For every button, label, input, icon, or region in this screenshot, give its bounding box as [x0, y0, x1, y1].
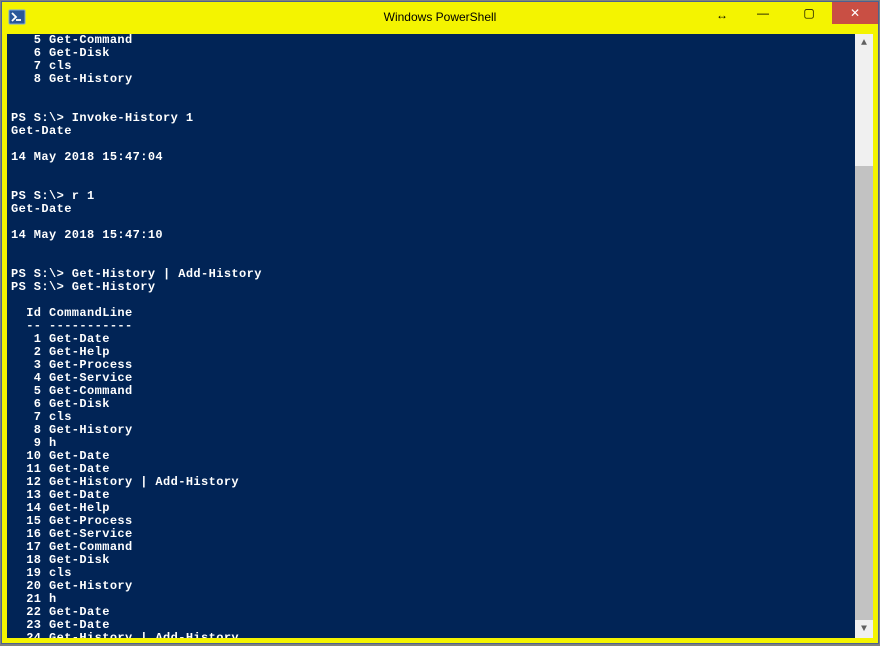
terminal-line: 13 Get-Date [11, 489, 855, 502]
terminal-line: 6 Get-Disk [11, 398, 855, 411]
terminal-line: 20 Get-History [11, 580, 855, 593]
scroll-track[interactable] [855, 52, 873, 620]
terminal-line: 19 cls [11, 567, 855, 580]
maximize-button[interactable]: ▢ [786, 2, 832, 24]
terminal-line: 14 Get-Help [11, 502, 855, 515]
window-controls: — ▢ ✕ [740, 2, 878, 24]
terminal-line: 1 Get-Date [11, 333, 855, 346]
resize-horizontal-icon[interactable]: ↔ [716, 8, 728, 22]
terminal-line: PS S:\> r 1 [11, 190, 855, 203]
terminal-line: 12 Get-History | Add-History [11, 476, 855, 489]
terminal-line: 7 cls [11, 60, 855, 73]
terminal-line: 24 Get-History | Add-History [11, 632, 855, 638]
terminal-line: 22 Get-Date [11, 606, 855, 619]
scroll-up-button[interactable]: ▲ [855, 34, 873, 52]
powershell-window: Windows PowerShell ↔ — ▢ ✕ 5 Get-Command… [1, 1, 879, 644]
terminal-line: 3 Get-Process [11, 359, 855, 372]
minimize-button[interactable]: — [740, 2, 786, 24]
titlebar[interactable]: Windows PowerShell ↔ — ▢ ✕ [2, 2, 878, 32]
powershell-icon[interactable] [2, 2, 32, 32]
terminal-line: -- ----------- [11, 320, 855, 333]
terminal-line: PS S:\> Get-History [11, 281, 855, 294]
terminal-line: Get-Date [11, 125, 855, 138]
terminal-line: 9 h [11, 437, 855, 450]
terminal-line: 17 Get-Command [11, 541, 855, 554]
terminal-line: 16 Get-Service [11, 528, 855, 541]
terminal-line [11, 164, 855, 177]
terminal-line: 14 May 2018 15:47:04 [11, 151, 855, 164]
scrollbar[interactable]: ▲ ▼ [855, 34, 873, 638]
terminal-line: 5 Get-Command [11, 385, 855, 398]
close-button[interactable]: ✕ [832, 2, 878, 24]
terminal-line: 8 Get-History [11, 73, 855, 86]
terminal-line: Get-Date [11, 203, 855, 216]
terminal-line: 14 May 2018 15:47:10 [11, 229, 855, 242]
scroll-thumb[interactable] [855, 166, 873, 620]
terminal-line [11, 294, 855, 307]
terminal-line: 2 Get-Help [11, 346, 855, 359]
terminal-line [11, 242, 855, 255]
terminal-line: PS S:\> Invoke-History 1 [11, 112, 855, 125]
terminal-line: 4 Get-Service [11, 372, 855, 385]
terminal-line: 21 h [11, 593, 855, 606]
terminal-line: Id CommandLine [11, 307, 855, 320]
terminal-line: 15 Get-Process [11, 515, 855, 528]
terminal-line [11, 86, 855, 99]
terminal-line: 8 Get-History [11, 424, 855, 437]
terminal-output[interactable]: 5 Get-Command 6 Get-Disk 7 cls 8 Get-His… [7, 34, 855, 638]
terminal-line: 6 Get-Disk [11, 47, 855, 60]
terminal-line [11, 177, 855, 190]
scroll-down-button[interactable]: ▼ [855, 620, 873, 638]
content-area: 5 Get-Command 6 Get-Disk 7 cls 8 Get-His… [2, 32, 878, 643]
terminal-line: 7 cls [11, 411, 855, 424]
terminal-line: 18 Get-Disk [11, 554, 855, 567]
terminal-line: 5 Get-Command [11, 34, 855, 47]
terminal-line: 10 Get-Date [11, 450, 855, 463]
